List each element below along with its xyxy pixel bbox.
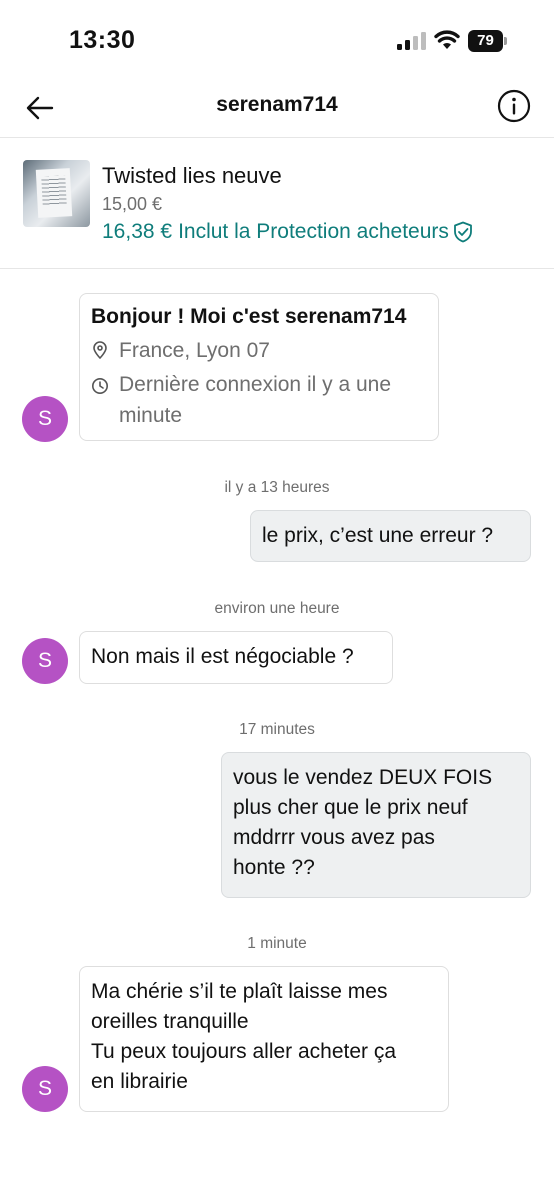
message-text: oreilles tranquille [91,1010,249,1033]
message-timestamp: environ une heure [214,600,340,617]
page-title: serenam714 [216,93,338,116]
wifi-icon [434,30,460,49]
message-timestamp: 1 minute [247,935,307,952]
message-timestamp: il y a 13 heures [224,479,330,496]
message-bubble-incoming[interactable]: Non mais il est négociable ? [79,631,393,684]
message-bubble-outgoing[interactable]: le prix, c’est une erreur ? [250,510,531,562]
message-text: vous le vendez DEUX FOIS [233,766,493,789]
signal-icon [397,32,426,50]
status-time: 13:30 [69,26,136,54]
message-text: honte ?? [233,856,315,879]
profile-location-row: France, Lyon 07 [91,335,427,366]
buyer-protection-label: Inclut la Protection acheteurs [178,220,449,243]
last-seen-line: minute [119,404,183,427]
message-bubble-incoming[interactable]: Ma chérie s’il te plaît laisse mes oreil… [79,966,449,1112]
shield-check-icon [454,221,472,243]
profile-last-seen: Dernière connexion il y a une minute [119,369,391,431]
item-title: Twisted lies neuve [102,163,282,188]
status-bar: 13:30 79 [0,0,554,80]
message-text: le prix, c’est une erreur ? [262,524,494,547]
avatar[interactable]: S [22,396,68,442]
seller-profile-card[interactable]: Bonjour ! Moi c'est serenam714 France, L… [79,293,439,441]
location-pin-icon [93,341,107,359]
message-text: plus cher que le prix neuf [233,796,468,819]
last-seen-line: Dernière connexion il y a une [119,373,391,396]
info-icon[interactable] [497,89,531,123]
message-text: Tu peux toujours aller acheter ça [91,1040,397,1063]
message-text: en librairie [91,1070,188,1093]
clock-icon [92,378,108,394]
message-bubble-outgoing[interactable]: vous le vendez DEUX FOIS plus cher que l… [221,752,531,898]
item-thumbnail[interactable] [23,160,90,227]
thumbnail-text-lines [41,175,67,207]
message-text: Ma chérie s’il te plaît laisse mes [91,980,388,1003]
message-text: mddrrr vous avez pas [233,826,435,849]
profile-last-seen-row: Dernière connexion il y a une minute [91,369,427,431]
arrow-left-icon [26,96,54,120]
total-price-value: 16,38 € [102,220,173,243]
battery-tip [504,37,507,45]
battery-level: 79 [468,30,503,52]
message-timestamp: 17 minutes [239,721,315,738]
profile-greeting: Bonjour ! Moi c'est serenam714 [91,305,407,328]
battery-icon: 79 [468,30,508,52]
item-total-price[interactable]: 16,38 € Inclut la Protection acheteurs [102,220,474,244]
avatar[interactable]: S [22,638,68,684]
profile-location: France, Lyon 07 [119,339,270,362]
back-button[interactable] [22,90,58,126]
item-card[interactable]: Twisted lies neuve 15,00 € 16,38 € Inclu… [0,139,554,269]
item-price: 15,00 € [102,194,163,214]
message-text: Non mais il est négociable ? [91,645,354,668]
conversation-header: serenam714 [0,80,554,138]
avatar[interactable]: S [22,1066,68,1112]
